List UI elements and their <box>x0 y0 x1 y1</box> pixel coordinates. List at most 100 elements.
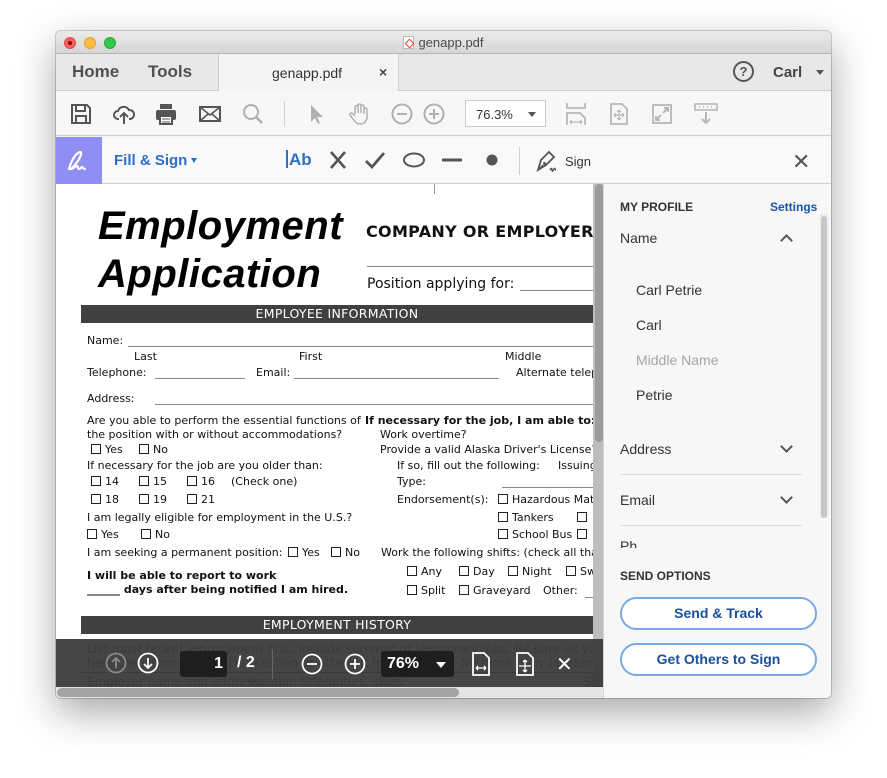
essential-yes[interactable]: Yes <box>91 443 123 456</box>
checkbox[interactable] <box>498 529 508 539</box>
checkbox[interactable] <box>566 566 576 576</box>
sign-button[interactable]: Sign <box>565 154 591 169</box>
print-icon[interactable] <box>154 102 178 126</box>
previous-page-icon[interactable] <box>105 652 127 679</box>
checkbox[interactable] <box>498 512 508 522</box>
chevron-down-icon[interactable] <box>780 440 793 453</box>
checkbox[interactable] <box>187 476 197 486</box>
add-text-tool[interactable]: Ab <box>286 150 312 176</box>
page-number-input[interactable]: 1 <box>180 651 227 677</box>
checkbox[interactable] <box>139 444 149 454</box>
help-icon[interactable]: ? <box>733 61 754 82</box>
tab-home[interactable]: Home <box>72 62 119 82</box>
fit-width-icon[interactable] <box>564 102 588 126</box>
age-15[interactable]: 15 <box>139 475 167 488</box>
checkbox[interactable] <box>139 476 149 486</box>
eligible-no[interactable]: No <box>141 528 170 541</box>
permanent-yes[interactable]: Yes <box>288 546 320 559</box>
send-track-button[interactable]: Send & Track <box>620 597 817 630</box>
fullscreen-icon[interactable] <box>650 102 674 126</box>
profile-name-full[interactable]: Carl Petrie <box>636 282 702 298</box>
fit-page-icon[interactable] <box>607 102 631 126</box>
zoom-out-icon[interactable] <box>390 102 414 126</box>
shift-swing[interactable]: Sw <box>566 565 596 578</box>
chevron-down-icon[interactable] <box>780 491 793 504</box>
profile-section-email[interactable]: Email <box>620 492 655 508</box>
email-icon[interactable] <box>198 102 222 126</box>
endorse-extra-1[interactable] <box>577 511 591 524</box>
telephone-field[interactable] <box>155 378 245 379</box>
checkbox[interactable] <box>139 494 149 504</box>
hand-icon[interactable] <box>347 102 371 126</box>
essential-no[interactable]: No <box>139 443 168 456</box>
fill-sign-menu[interactable]: Fill & Sign <box>114 152 187 169</box>
profile-name-middle[interactable]: Middle Name <box>636 352 718 368</box>
eligible-yes[interactable]: Yes <box>87 528 119 541</box>
fit-width-icon[interactable] <box>471 651 491 682</box>
checkbox[interactable] <box>91 476 101 486</box>
next-page-icon[interactable] <box>137 652 159 679</box>
permanent-no[interactable]: No <box>331 546 360 559</box>
type-field[interactable] <box>502 487 603 488</box>
vertical-scroll-thumb[interactable] <box>595 184 603 442</box>
shift-night[interactable]: Night <box>508 565 552 578</box>
endorse-schoolbus[interactable]: School Bus <box>498 528 572 541</box>
age-19[interactable]: 19 <box>139 493 167 506</box>
shift-split[interactable]: Split <box>407 584 445 597</box>
age-16[interactable]: 16 <box>187 475 215 488</box>
chevron-up-icon[interactable] <box>780 234 793 247</box>
checkbox[interactable] <box>331 547 341 557</box>
ellipse-icon[interactable] <box>402 148 426 174</box>
age-21[interactable]: 21 <box>187 493 215 506</box>
checkbox[interactable] <box>508 566 518 576</box>
user-menu[interactable]: Carl <box>773 64 802 81</box>
chevron-down-icon[interactable] <box>191 158 197 163</box>
save-icon[interactable] <box>69 102 93 126</box>
checkbox[interactable] <box>141 529 151 539</box>
checkbox[interactable] <box>577 529 587 539</box>
search-icon[interactable] <box>241 102 265 126</box>
check-mark-icon[interactable] <box>363 148 387 174</box>
get-others-to-sign-button[interactable]: Get Others to Sign <box>620 643 817 676</box>
checkbox[interactable] <box>459 585 469 595</box>
checkbox[interactable] <box>407 585 417 595</box>
endorse-extra-2[interactable] <box>577 528 591 541</box>
close-fill-sign-icon[interactable]: ✕ <box>792 149 810 175</box>
checkbox[interactable] <box>498 494 508 504</box>
scroll-mode-icon[interactable] <box>694 102 718 126</box>
settings-link[interactable]: Settings <box>770 200 817 214</box>
zoom-in-icon[interactable] <box>344 653 366 680</box>
checkbox[interactable] <box>288 547 298 557</box>
close-tab-icon[interactable]: × <box>379 64 387 80</box>
address-field[interactable] <box>155 404 603 405</box>
select-pointer-icon[interactable] <box>304 102 328 126</box>
bottom-zoom-select[interactable]: 76% <box>381 651 454 677</box>
zoom-in-icon[interactable] <box>422 102 446 126</box>
dot-icon[interactable] <box>480 148 504 174</box>
fit-page-icon[interactable] <box>515 651 535 682</box>
horizontal-scroll-thumb[interactable] <box>57 688 459 697</box>
close-nav-icon[interactable]: ✕ <box>556 652 573 677</box>
line-icon[interactable] <box>440 148 464 174</box>
email-field[interactable] <box>294 378 499 379</box>
profile-name-last[interactable]: Petrie <box>636 387 673 403</box>
age-14[interactable]: 14 <box>91 475 119 488</box>
profile-section-phone-clipped[interactable]: Ph <box>620 540 810 548</box>
checkbox[interactable] <box>87 529 97 539</box>
checkbox[interactable] <box>459 566 469 576</box>
tab-tools[interactable]: Tools <box>148 62 192 82</box>
sign-pen-icon[interactable] <box>534 148 560 174</box>
checkbox[interactable] <box>577 512 587 522</box>
cloud-upload-icon[interactable] <box>112 102 136 126</box>
endorse-hazmat[interactable]: Hazardous Mater <box>498 493 603 506</box>
checkbox[interactable] <box>91 444 101 454</box>
name-field[interactable] <box>128 346 603 347</box>
shift-any[interactable]: Any <box>407 565 442 578</box>
checkbox[interactable] <box>91 494 101 504</box>
shift-day[interactable]: Day <box>459 565 495 578</box>
panel-scroll-thumb[interactable] <box>821 216 827 518</box>
checkbox[interactable] <box>187 494 197 504</box>
checkbox[interactable] <box>407 566 417 576</box>
cross-mark-icon[interactable] <box>326 148 350 174</box>
shift-graveyard[interactable]: Graveyard <box>459 584 531 597</box>
